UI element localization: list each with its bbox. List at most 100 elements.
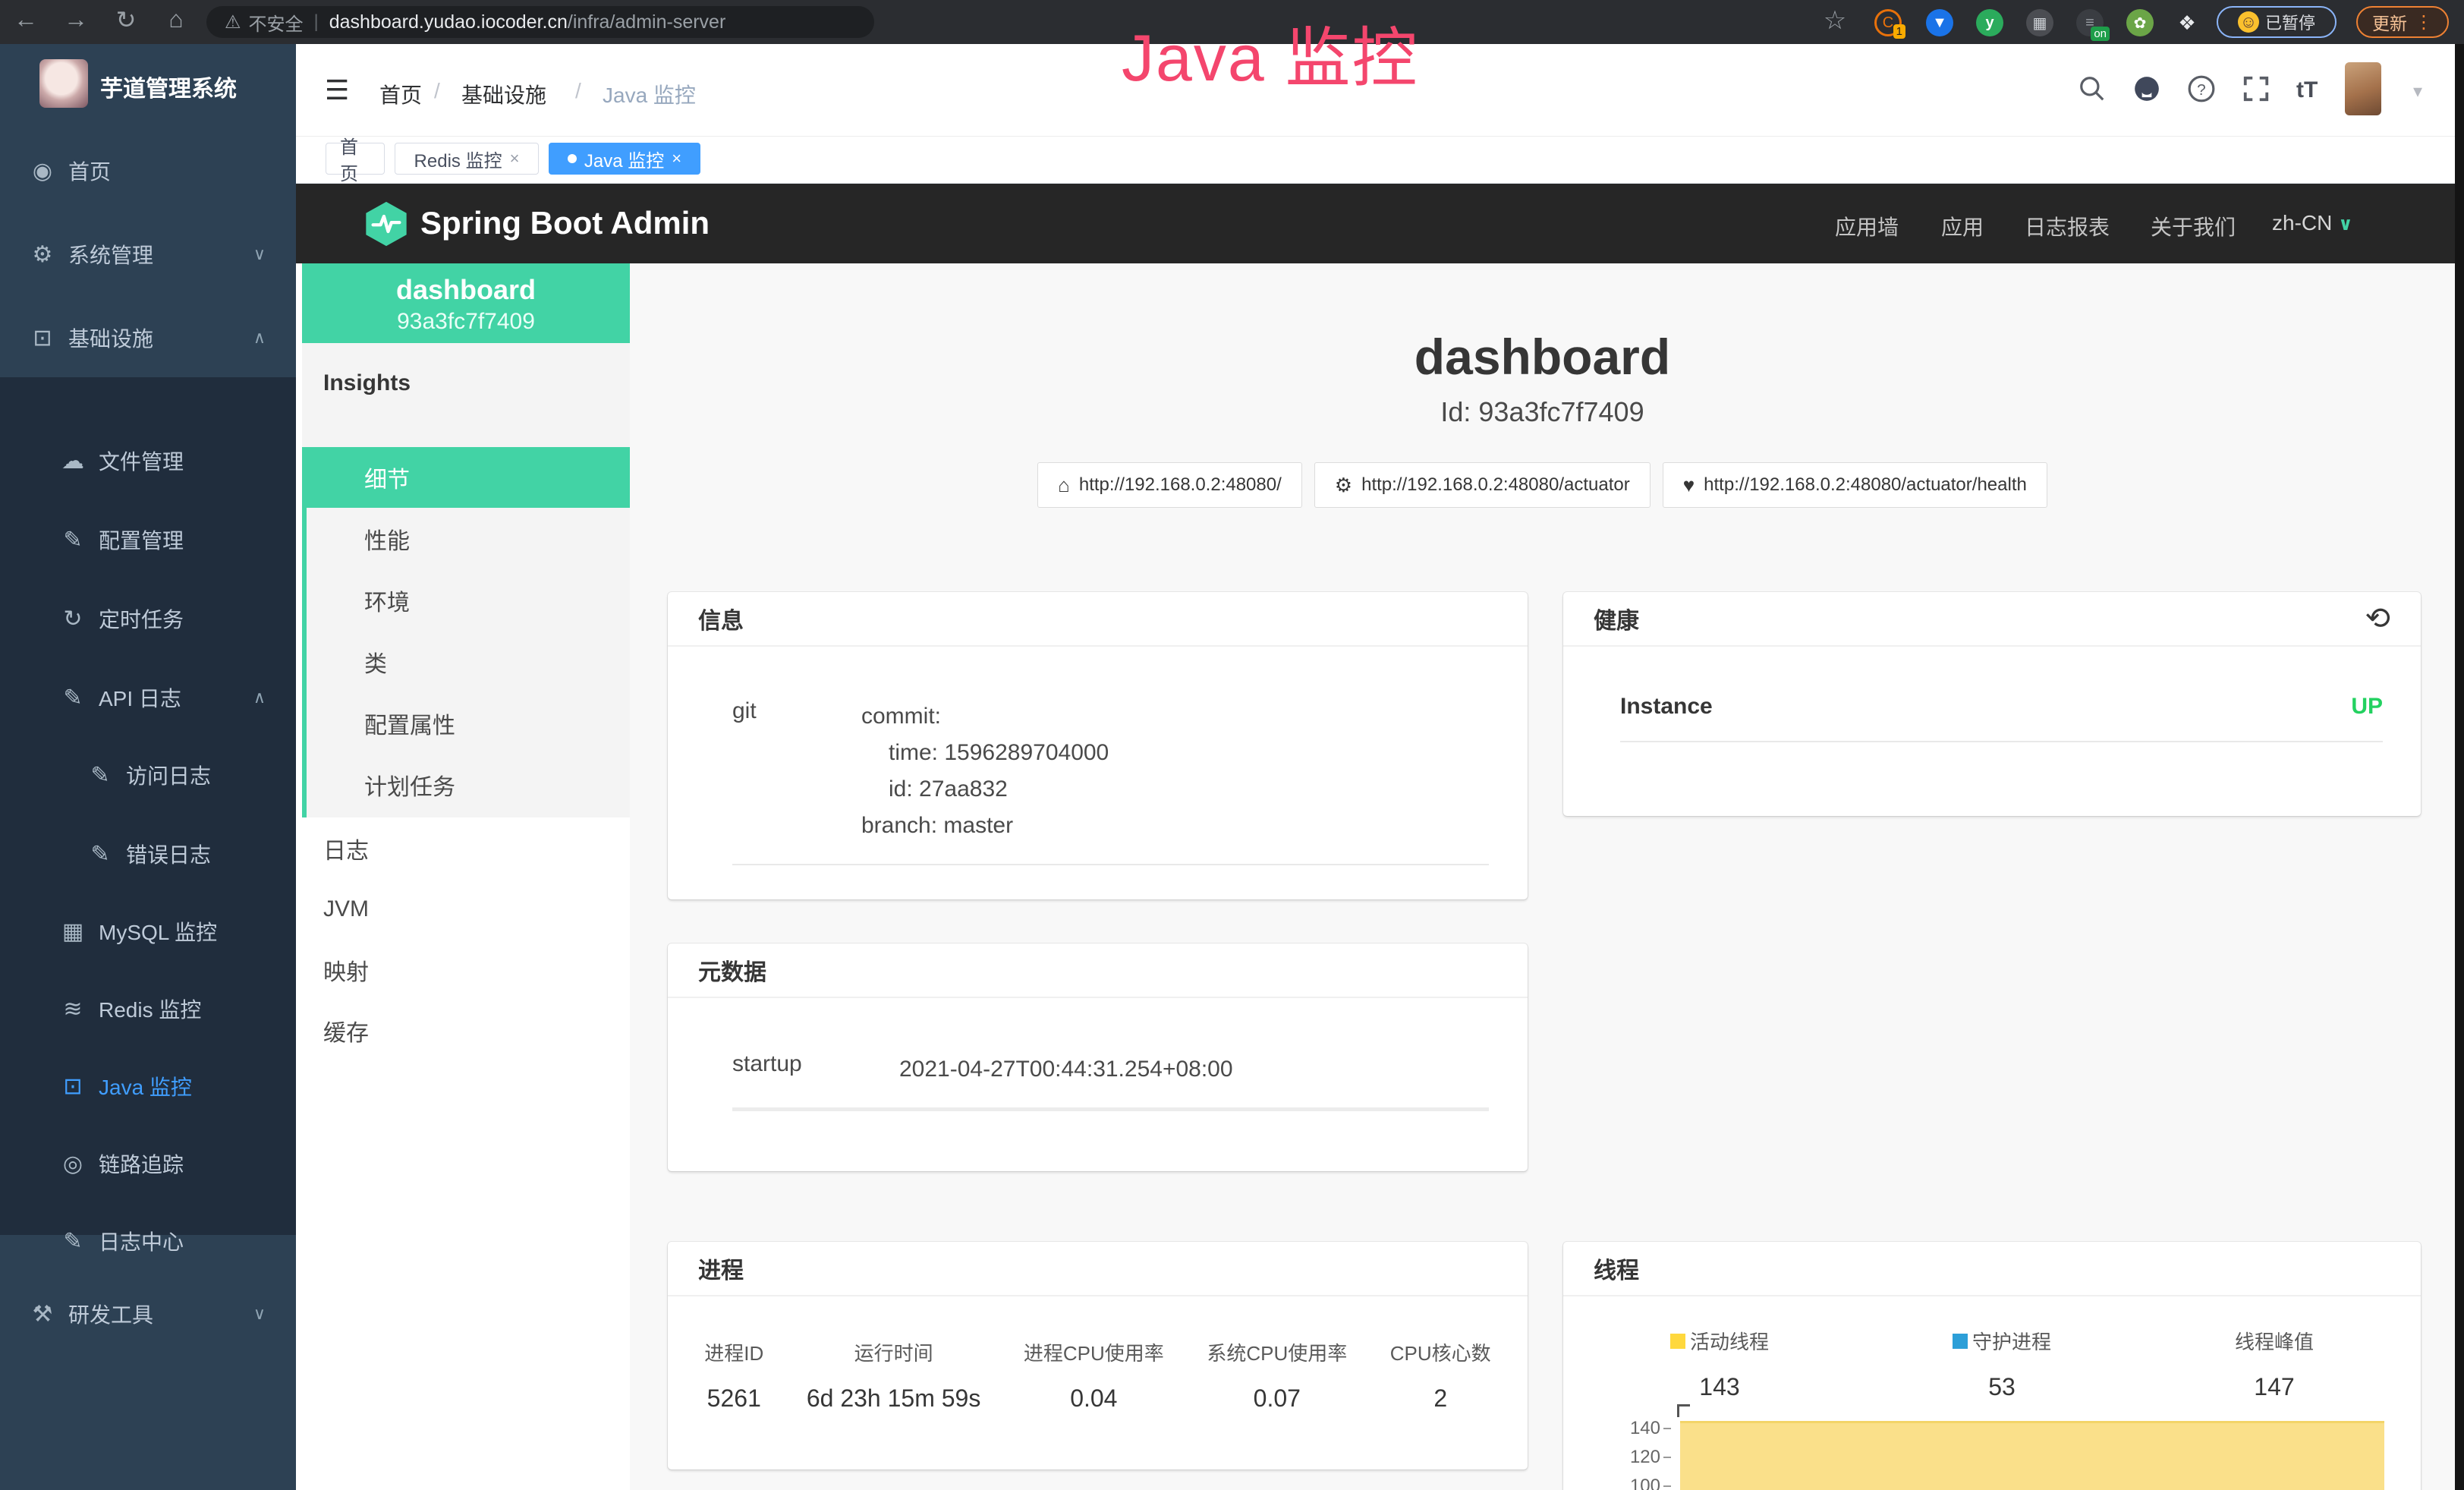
breadcrumb-infrastructure[interactable]: 基础设施	[461, 79, 546, 109]
user-avatar[interactable]	[2345, 62, 2381, 115]
health-instance-row[interactable]: Instance UP	[1620, 694, 2383, 742]
sba-nav-about[interactable]: 关于我们	[2151, 211, 2236, 241]
avatar-caret-icon[interactable]: ▾	[2413, 80, 2422, 102]
sidebar-item-mysql-monitor[interactable]: ▦ MySQL 监控	[0, 908, 296, 955]
collapse-sidebar-icon[interactable]: ☰	[325, 74, 349, 106]
sba-nav-log-report[interactable]: 日志报表	[2025, 211, 2110, 241]
stat-process-cpu: 进程CPU使用率 0.04	[1024, 1338, 1164, 1413]
profile-avatar-emoji: ☺	[2238, 11, 2259, 33]
update-label: 更新	[2372, 9, 2407, 35]
gauge-icon: ◉	[27, 158, 58, 184]
browser-reload-icon[interactable]: ↻	[109, 5, 143, 34]
browser-menu-dots-icon[interactable]: ⋮	[2415, 11, 2433, 33]
extension-icon-1[interactable]: C 1	[1874, 9, 1902, 36]
menu-item-scheduled-tasks[interactable]: 计划任务	[302, 754, 630, 815]
stat-cpu-cores: CPU核心数 2	[1390, 1338, 1491, 1413]
menu-item-environment[interactable]: 环境	[302, 570, 630, 631]
sidebar-item-log-center[interactable]: ✎ 日志中心	[0, 1218, 296, 1265]
tab-close-icon[interactable]: ×	[672, 149, 681, 169]
sidebar-item-config-mgmt[interactable]: ✎ 配置管理	[0, 516, 296, 563]
search-icon[interactable]	[2078, 74, 2107, 107]
sidebar-item-system-mgmt[interactable]: ⚙ 系统管理 ∨	[0, 231, 296, 278]
service-url-chip[interactable]: ⌂ http://192.168.0.2:48080/	[1037, 462, 1302, 508]
tab-redis-monitor[interactable]: Redis 监控 ×	[395, 143, 539, 175]
menu-item-logs[interactable]: 日志	[302, 818, 630, 879]
legend-yellow-swatch	[1670, 1334, 1685, 1349]
sidebar-item-redis-monitor[interactable]: ≋ Redis 监控	[0, 985, 296, 1032]
sidebar-item-label: 配置管理	[99, 524, 184, 555]
info-card-title: 信息	[698, 602, 744, 635]
stat-uptime: 运行时间 6d 23h 15m 59s	[807, 1338, 981, 1413]
metadata-card: 元数据 startup 2021-04-27T00:44:31.254+08:0…	[668, 943, 1528, 1171]
svg-text:?: ?	[2197, 81, 2205, 99]
stat-label: 系统CPU使用率	[1207, 1338, 1347, 1366]
address-bar[interactable]: ⚠ 不安全 | dashboard.yudao.iocoder.cn /infr…	[206, 6, 874, 38]
extension-grid-icon[interactable]: ▦	[2026, 9, 2053, 36]
app-logo	[39, 59, 88, 108]
app-sidebar: 芋道管理系统 ◉ 首页 ⚙ 系统管理 ∨ ⊡ 基础设施 ∧ ☁ 文件管理 ✎ 配…	[0, 44, 296, 1490]
browser-forward-icon[interactable]: →	[59, 5, 93, 33]
health-history-icon[interactable]: ⟲	[2365, 601, 2390, 636]
row-divider	[732, 864, 1489, 865]
sidebar-item-api-logs[interactable]: ✎ API 日志 ∧	[0, 674, 296, 721]
menu-item-caches[interactable]: 缓存	[302, 1000, 630, 1061]
history-icon: ↻	[58, 606, 88, 632]
sidebar-item-tracing[interactable]: ◎ 链路追踪	[0, 1140, 296, 1187]
health-card-title: 健康	[1594, 602, 1639, 635]
sidebar-item-java-monitor[interactable]: ⊡ Java 监控	[0, 1063, 296, 1110]
stat-peak-threads: 线程峰值 147	[2235, 1327, 2314, 1401]
menu-item-metrics[interactable]: 性能	[302, 509, 630, 569]
extension-pin-icon[interactable]: ▼	[1926, 9, 1953, 36]
tab-home[interactable]: 首页	[326, 143, 385, 175]
home-icon: ⌂	[1058, 474, 1070, 497]
actuator-url-chip[interactable]: ⚙ http://192.168.0.2:48080/actuator	[1314, 462, 1651, 508]
page-scrollbar[interactable]	[2455, 44, 2464, 1490]
locale-label: zh-CN	[2272, 211, 2332, 235]
health-url-chip[interactable]: ♥ http://192.168.0.2:48080/actuator/heal…	[1663, 462, 2047, 508]
process-stats-row: 进程ID 5261 运行时间 6d 23h 15m 59s 进程CPU使用率 0…	[668, 1296, 1528, 1413]
extensions-puzzle-icon[interactable]: ❖	[2173, 9, 2201, 36]
extension-leaf-icon[interactable]: ✿	[2126, 9, 2154, 36]
sba-nav-applications[interactable]: 应用	[1941, 211, 1984, 241]
sidebar-item-file-mgmt[interactable]: ☁ 文件管理	[0, 437, 296, 484]
git-time-line: time: 1596289704000	[861, 735, 1493, 771]
help-icon[interactable]: ?	[2187, 74, 2216, 107]
sidebar-item-access-logs[interactable]: ✎ 访问日志	[0, 751, 296, 799]
sidebar-item-label: API 日志	[99, 682, 181, 713]
browser-home-icon[interactable]: ⌂	[159, 5, 193, 33]
fullscreen-icon[interactable]	[2242, 74, 2270, 107]
sidebar-item-infrastructure[interactable]: ⊡ 基础设施 ∧	[0, 314, 296, 361]
tab-java-monitor[interactable]: Java 监控 ×	[549, 143, 700, 175]
menu-item-classes[interactable]: 类	[302, 632, 630, 692]
wrench-icon: ⚙	[1335, 474, 1352, 497]
menu-item-mappings[interactable]: 映射	[302, 940, 630, 1000]
browser-back-icon[interactable]: ←	[9, 5, 42, 33]
sidebar-item-scheduled-jobs[interactable]: ↻ 定时任务	[0, 595, 296, 642]
tab-close-icon[interactable]: ×	[510, 149, 520, 169]
text-size-icon[interactable]: tT	[2296, 77, 2318, 103]
browser-update-button[interactable]: 更新 ⋮	[2356, 6, 2449, 38]
profile-paused-chip[interactable]: ☺ 已暂停	[2217, 6, 2337, 38]
bookmark-star-icon[interactable]: ☆	[1818, 5, 1852, 36]
sidebar-item-dev-tools[interactable]: ⚒ 研发工具 ∨	[0, 1290, 296, 1337]
stat-label: 守护进程	[1972, 1327, 2051, 1355]
menu-item-jvm[interactable]: JVM	[302, 879, 630, 940]
sidebar-brand[interactable]: 芋道管理系统	[0, 53, 296, 123]
sba-brand-title[interactable]: Spring Boot Admin	[420, 205, 710, 241]
menu-item-config-props[interactable]: 配置属性	[302, 693, 630, 754]
breadcrumb-home[interactable]: 首页	[379, 79, 422, 109]
sba-locale-select[interactable]: zh-CN ∨	[2272, 211, 2353, 235]
sidebar-item-home[interactable]: ◉ 首页	[0, 147, 296, 194]
process-card-title: 进程	[698, 1252, 744, 1285]
sba-nav-wallboard[interactable]: 应用墙	[1835, 211, 1899, 241]
stat-value: 147	[2254, 1373, 2294, 1401]
github-icon[interactable]	[2132, 74, 2161, 107]
tab-label: 首页	[340, 132, 370, 185]
instance-header[interactable]: dashboard 93a3fc7f7409	[302, 263, 630, 343]
tab-label: Redis 监控	[414, 146, 502, 172]
extension-y-icon[interactable]: y	[1976, 9, 2003, 36]
sidebar-item-error-logs[interactable]: ✎ 错误日志	[0, 830, 296, 877]
extension-switch-icon[interactable]: ≡ on	[2076, 9, 2104, 36]
menu-item-details[interactable]: 细节	[302, 447, 630, 508]
extension-on-badge: on	[2091, 27, 2110, 41]
